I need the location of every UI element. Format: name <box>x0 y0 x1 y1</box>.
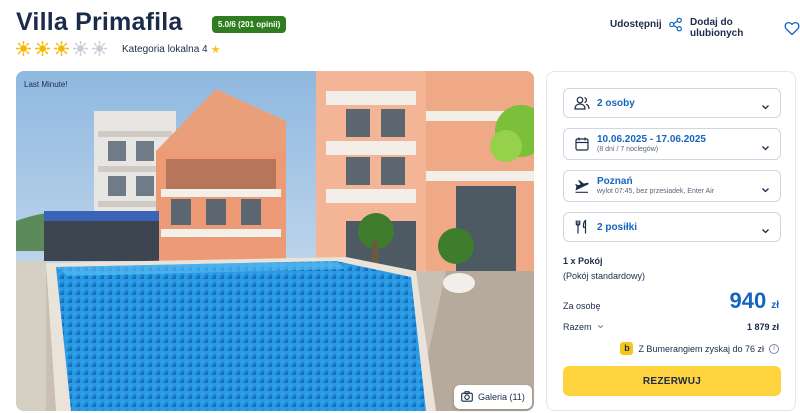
share-button[interactable]: Udostępnij <box>610 17 683 32</box>
chevron-down-icon <box>761 182 770 193</box>
plane-icon <box>574 178 590 194</box>
room-type: (Pokój standardowy) <box>563 271 646 281</box>
booking-panel: 2 osoby 10.06.2025 - 17.06.2025 (8 dni /… <box>546 71 796 411</box>
chevron-down-icon <box>761 99 770 110</box>
bumerang-logo-icon: b <box>620 342 634 355</box>
people-icon <box>574 95 590 111</box>
local-category: Kategoria lokalna 4 ★ <box>122 43 221 56</box>
cutlery-icon <box>574 219 590 235</box>
hotel-photo[interactable] <box>16 71 534 411</box>
total-label: Razem <box>563 322 592 332</box>
gallery-label: Galeria (11) <box>478 392 525 402</box>
bumerang-text: Z Bumerangiem zyskaj do 76 zł <box>638 343 764 354</box>
info-icon[interactable]: i <box>769 343 779 354</box>
category-label: Kategoria lokalna 4 <box>122 44 208 55</box>
reserve-button[interactable]: REZERWUJ <box>563 366 781 396</box>
favorite-label: Dodaj do ulubionych <box>690 17 744 39</box>
total-value: 1 879 zł <box>746 322 779 332</box>
chevron-down-icon <box>597 322 604 332</box>
sun-icon-filled <box>35 41 50 56</box>
meals-value: 2 posiłki <box>597 222 638 233</box>
sun-icon-empty <box>73 41 88 56</box>
rating-badge[interactable]: 5.0/6 (201 opinii) <box>212 16 287 33</box>
bumerang-info: b Z Bumerangiem zyskaj do 76 zł i <box>620 342 779 355</box>
calendar-icon <box>574 136 590 152</box>
price-per-person: 940 zł <box>730 288 780 314</box>
sun-icon-filled <box>54 41 69 56</box>
dates-value: 10.06.2025 - 17.06.2025 <box>597 134 706 145</box>
last-minute-badge: Last Minute! <box>24 80 68 89</box>
departure-select[interactable]: Poznań wylot 07:45, bez przesiadek, Ente… <box>563 170 781 202</box>
total-toggle[interactable]: Razem <box>563 322 604 332</box>
hotel-name: Villa Primafila <box>16 8 183 36</box>
share-label: Udostępnij <box>610 19 662 30</box>
star-icon: ★ <box>210 44 221 56</box>
gallery-button[interactable]: Galeria (11) <box>454 385 532 409</box>
per-person-label: Za osobę <box>563 301 601 311</box>
heart-icon <box>784 21 800 36</box>
guests-select[interactable]: 2 osoby <box>563 88 781 118</box>
departure-sub: wylot 07:45, bez przesiadek, Enter Air <box>597 188 715 195</box>
sun-icon-filled <box>16 41 31 56</box>
price-currency: zł <box>771 300 779 311</box>
favorite-button[interactable]: Dodaj do ulubionych <box>690 17 800 39</box>
sun-rating <box>16 41 107 56</box>
camera-icon <box>461 390 473 404</box>
guests-value: 2 osoby <box>597 98 635 109</box>
dates-select[interactable]: 10.06.2025 - 17.06.2025 (8 dni / 7 nocle… <box>563 128 781 160</box>
departure-value: Poznań <box>597 176 633 187</box>
chevron-down-icon <box>761 223 770 234</box>
dates-sub: (8 dni / 7 noclegów) <box>597 146 659 153</box>
price-value: 940 <box>729 288 767 313</box>
sun-icon-empty <box>92 41 107 56</box>
room-title: 1 x Pokój <box>563 256 603 266</box>
chevron-down-icon <box>761 140 770 151</box>
meals-select[interactable]: 2 posiłki <box>563 212 781 242</box>
share-icon <box>668 17 683 32</box>
